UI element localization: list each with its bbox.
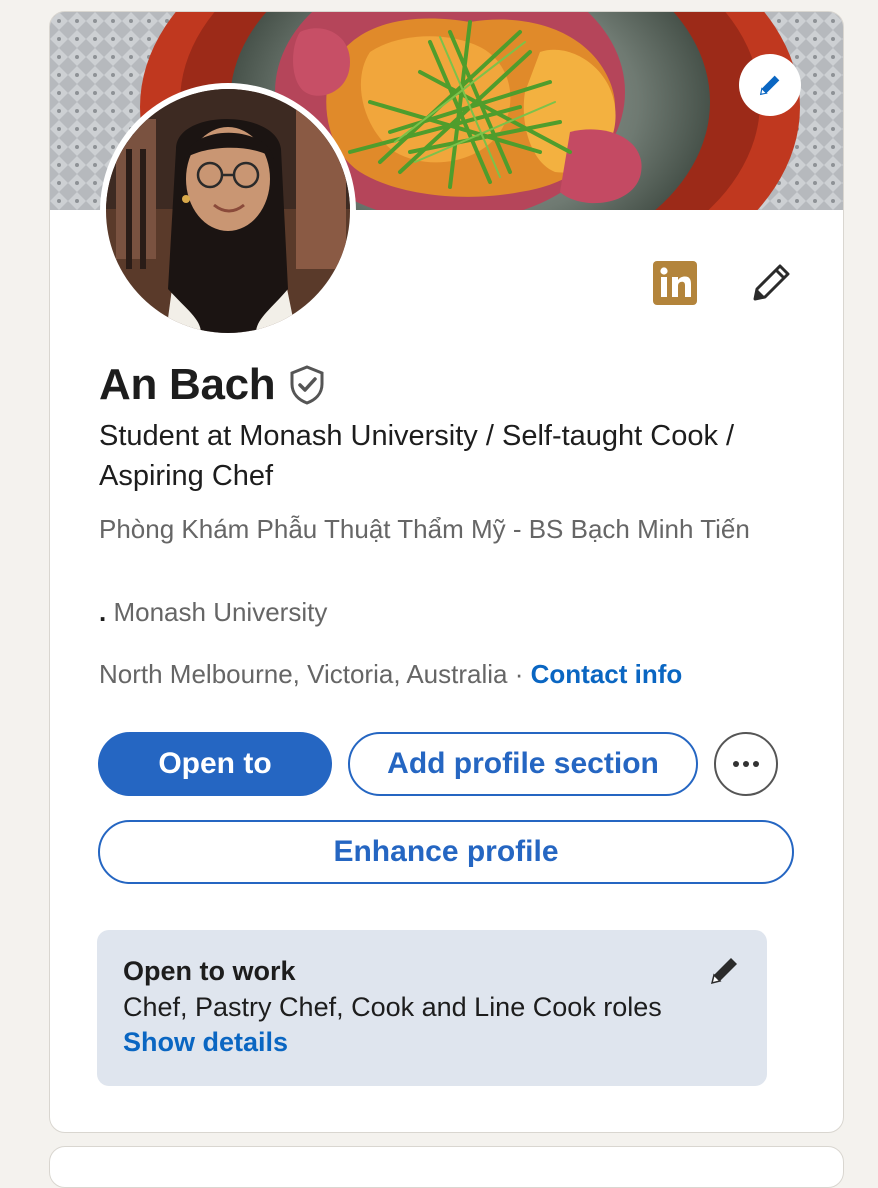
location-row: North Melbourne, Victoria, Australia · C… bbox=[99, 657, 682, 692]
add-profile-section-button[interactable]: Add profile section bbox=[348, 732, 698, 796]
show-details-link[interactable]: Show details bbox=[123, 1027, 288, 1058]
pencil-icon bbox=[753, 264, 790, 301]
profile-photo[interactable] bbox=[100, 83, 356, 339]
current-company[interactable]: Phòng Khám Phẫu Thuật Thẩm Mỹ - BS Bạch … bbox=[99, 512, 779, 547]
contact-info-link[interactable]: Contact info bbox=[531, 659, 683, 689]
open-to-work-title: Open to work bbox=[123, 956, 296, 986]
profile-name: An Bach bbox=[99, 360, 276, 409]
edit-cover-button[interactable] bbox=[739, 54, 801, 116]
pencil-icon bbox=[710, 958, 737, 985]
profile-card: An Bach Student at Monash University / S… bbox=[49, 11, 844, 1133]
location-text: North Melbourne, Victoria, Australia bbox=[99, 659, 508, 689]
enhance-profile-button[interactable]: Enhance profile bbox=[98, 820, 794, 884]
school-bullet: . bbox=[99, 597, 107, 627]
linkedin-icon[interactable] bbox=[653, 261, 697, 305]
profile-headline: Student at Monash University / Self-taug… bbox=[99, 420, 735, 492]
ellipsis-icon bbox=[733, 761, 759, 767]
verified-shield-icon[interactable] bbox=[289, 364, 325, 410]
more-actions-button[interactable] bbox=[714, 732, 778, 796]
next-section-card bbox=[49, 1146, 844, 1188]
pencil-icon bbox=[759, 75, 780, 96]
education-school[interactable]: . Monash University bbox=[99, 595, 327, 630]
edit-open-to-work-button[interactable] bbox=[707, 954, 741, 988]
open-to-work-card[interactable]: Open to work Chef, Pastry Chef, Cook and… bbox=[97, 930, 767, 1086]
location-separator: · bbox=[514, 659, 524, 689]
open-to-work-roles: Chef, Pastry Chef, Cook and Line Cook ro… bbox=[123, 992, 662, 1022]
name-row: An Bach bbox=[99, 360, 325, 410]
edit-profile-button[interactable] bbox=[749, 261, 793, 305]
school-name: Monash University bbox=[113, 597, 328, 627]
avatar bbox=[106, 89, 350, 333]
open-to-button[interactable]: Open to bbox=[98, 732, 332, 796]
